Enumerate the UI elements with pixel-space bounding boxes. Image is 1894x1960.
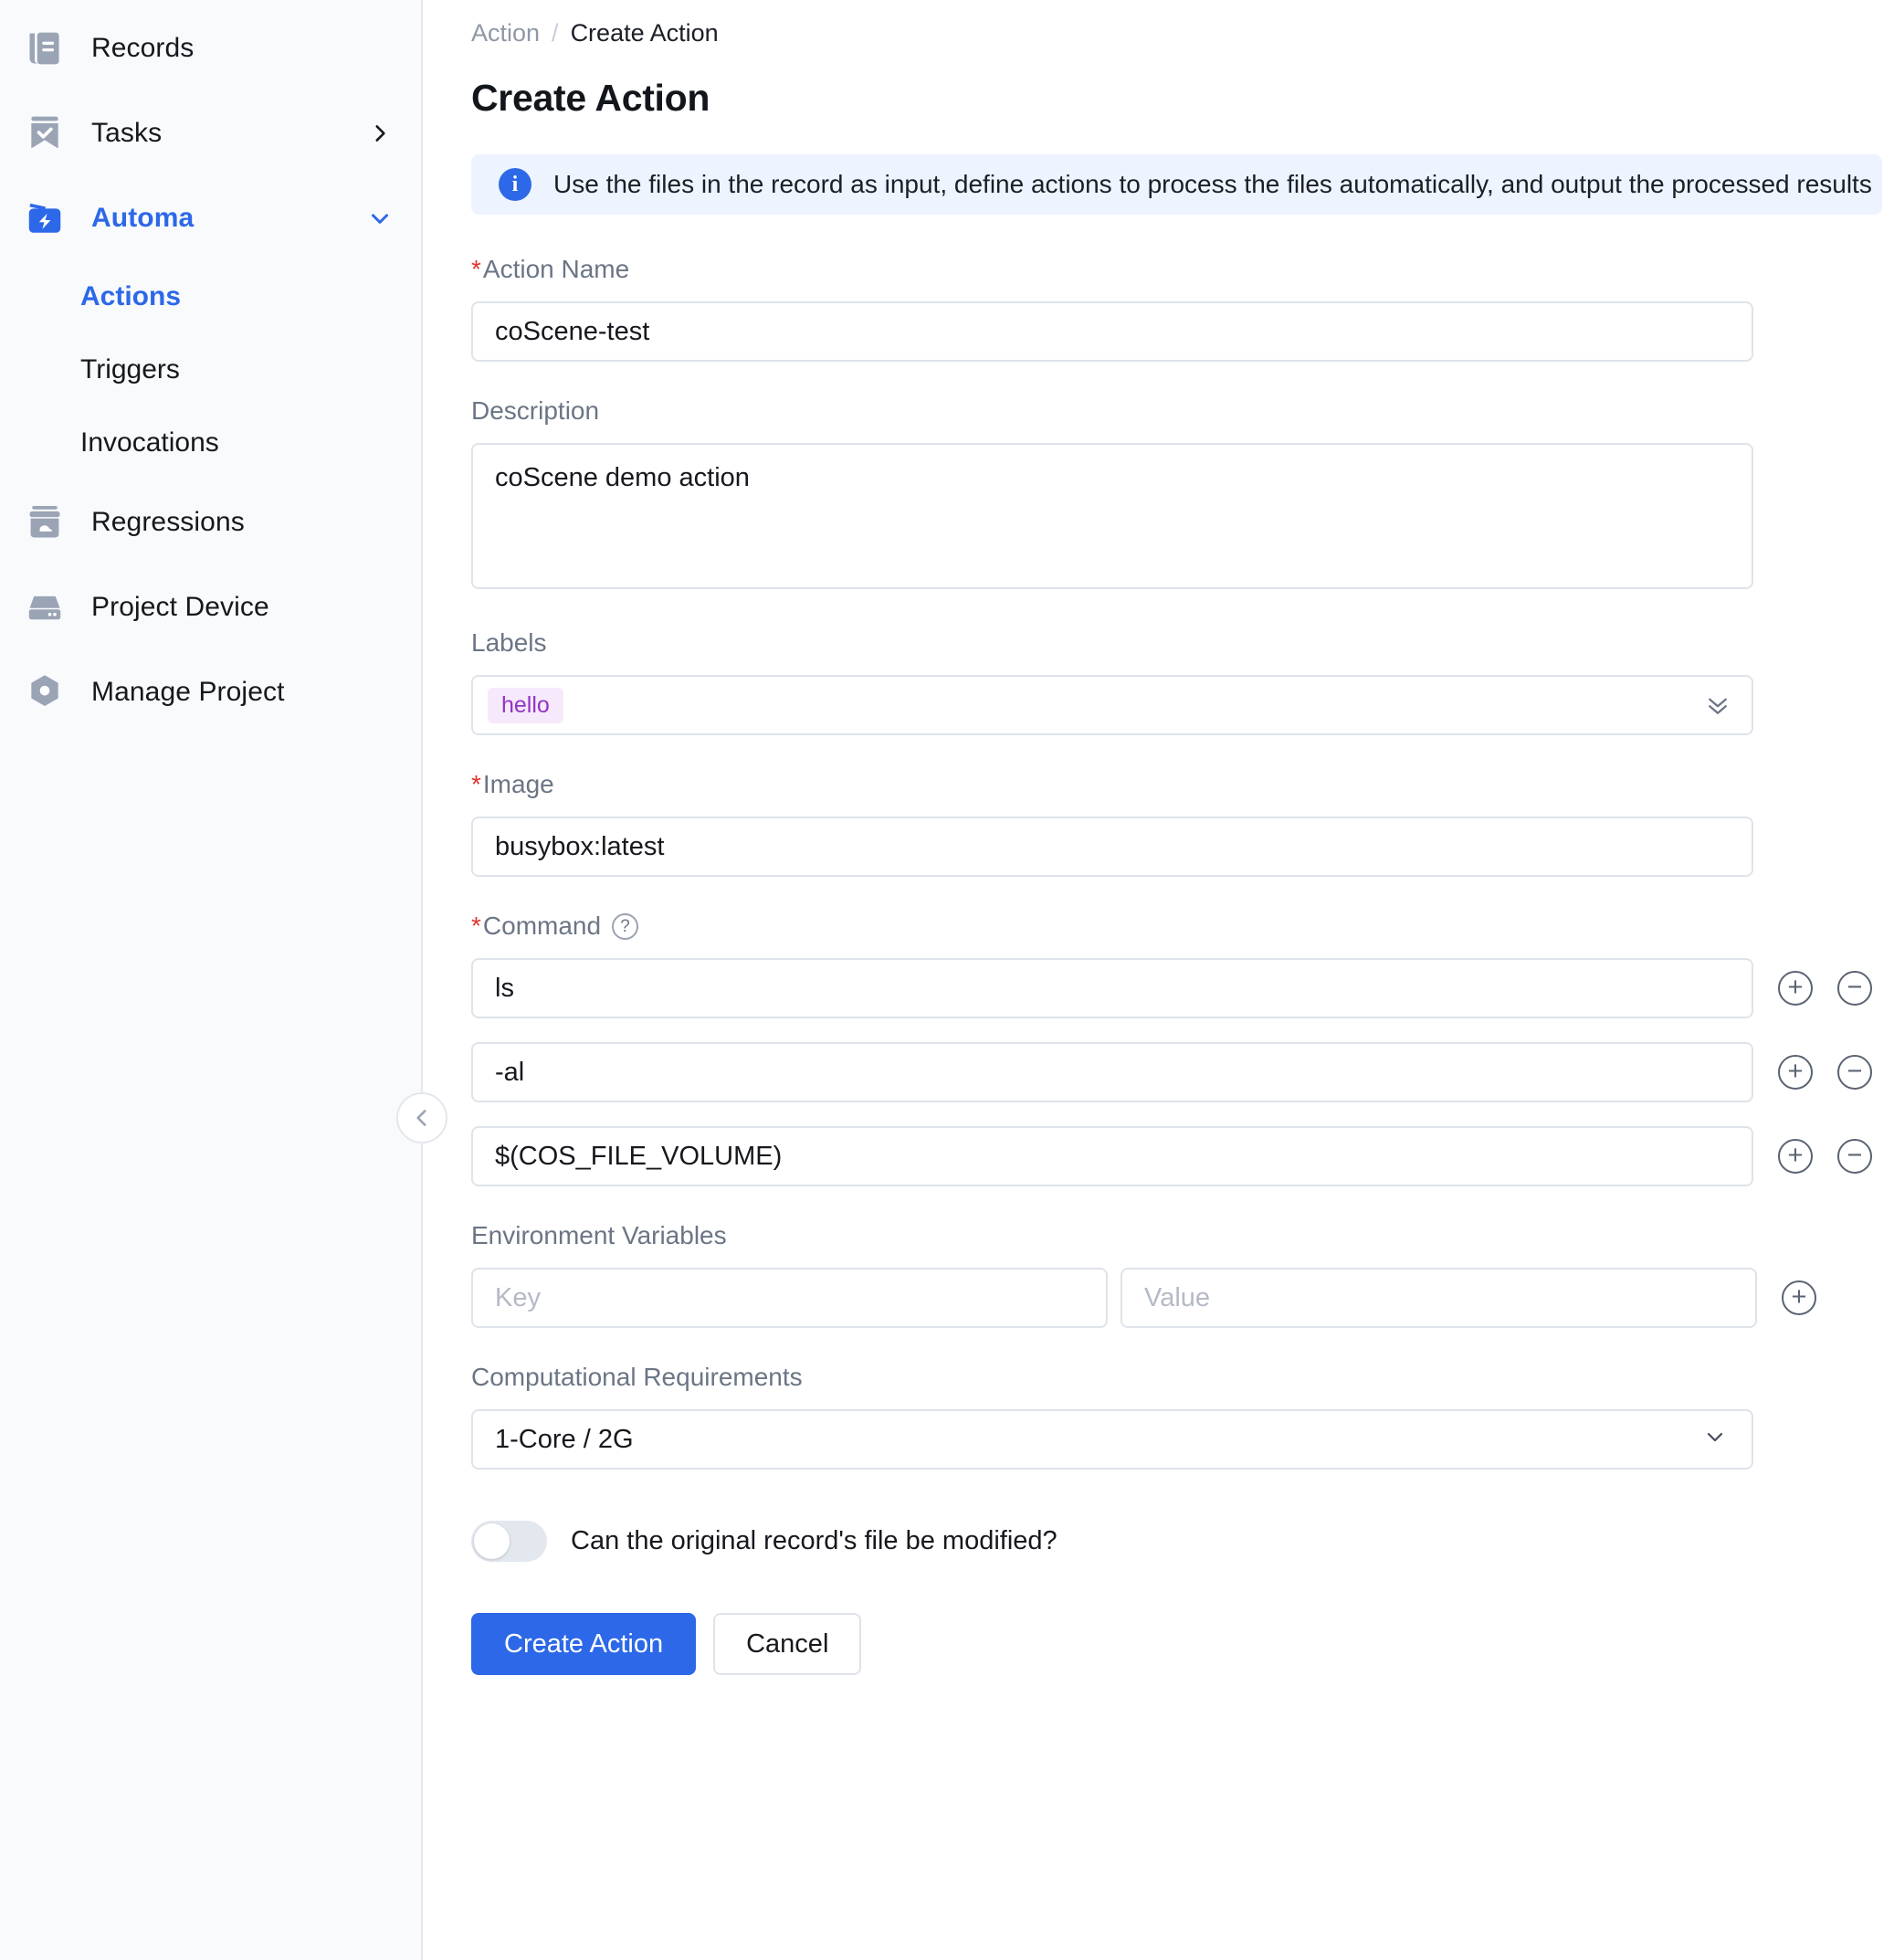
selected-value: 1-Core / 2G bbox=[495, 1424, 634, 1454]
add-command-button[interactable]: + bbox=[1778, 1139, 1813, 1174]
info-banner: i Use the files in the record as input, … bbox=[471, 154, 1882, 215]
field-action-name: * Action Name bbox=[471, 255, 1894, 362]
chevron-left-icon bbox=[416, 1110, 426, 1126]
tasks-icon bbox=[24, 112, 66, 154]
command-row: + − bbox=[471, 958, 1894, 1018]
chevron-down-icon[interactable] bbox=[366, 205, 394, 232]
automa-icon bbox=[24, 197, 66, 239]
add-command-button[interactable]: + bbox=[1778, 1055, 1813, 1090]
env-value-input[interactable] bbox=[1121, 1268, 1757, 1328]
field-labels: Labels hello bbox=[471, 628, 1894, 735]
sidebar-item-project-device[interactable]: Project Device bbox=[0, 564, 421, 649]
modify-record-toggle-row: Can the original record's file be modifi… bbox=[471, 1521, 1894, 1562]
sidebar-item-records[interactable]: Records bbox=[0, 5, 421, 90]
breadcrumb: Action / Create Action bbox=[471, 13, 1894, 53]
info-icon: i bbox=[499, 168, 531, 201]
breadcrumb-current: Create Action bbox=[570, 18, 719, 47]
sidebar-item-regressions[interactable]: Regressions bbox=[0, 479, 421, 564]
label-tag[interactable]: hello bbox=[488, 687, 563, 723]
sidebar-item-label: Automa bbox=[91, 202, 195, 233]
computational-requirements-select[interactable]: 1-Core / 2G bbox=[471, 1409, 1753, 1470]
sidebar-collapse-button[interactable] bbox=[396, 1092, 447, 1143]
double-chevron-down-icon[interactable] bbox=[1704, 691, 1731, 719]
sidebar-subitem-actions[interactable]: Actions bbox=[0, 260, 421, 333]
sidebar-item-automa[interactable]: Automa bbox=[0, 175, 421, 260]
sidebar-subitem-invocations[interactable]: Invocations bbox=[0, 406, 421, 479]
add-command-button[interactable]: + bbox=[1778, 971, 1813, 1006]
command-input-3[interactable] bbox=[471, 1126, 1753, 1186]
field-environment-variables: Environment Variables + bbox=[471, 1221, 1894, 1328]
sidebar-item-label: Tasks bbox=[91, 117, 163, 148]
command-input-1[interactable] bbox=[471, 958, 1753, 1018]
label-text: Description bbox=[471, 396, 600, 425]
labels-select[interactable]: hello bbox=[471, 675, 1753, 735]
remove-command-button[interactable]: − bbox=[1837, 1139, 1872, 1174]
field-image: * Image bbox=[471, 770, 1894, 877]
description-label: Description bbox=[471, 396, 1894, 426]
app-root: Records Tasks Automa Actions Triggers In… bbox=[0, 0, 1894, 1960]
environment-variable-row: + bbox=[471, 1268, 1894, 1328]
main-content: Action / Create Action Create Action i U… bbox=[423, 0, 1894, 1960]
command-label: * Command ? bbox=[471, 912, 1894, 941]
settings-hex-icon bbox=[24, 671, 66, 713]
sidebar-item-label: Regressions bbox=[91, 506, 245, 537]
command-input-2[interactable] bbox=[471, 1042, 1753, 1102]
sidebar-item-label: Records bbox=[91, 32, 195, 63]
sidebar: Records Tasks Automa Actions Triggers In… bbox=[0, 0, 423, 1960]
label-text: Command bbox=[482, 912, 602, 940]
env-key-input[interactable] bbox=[471, 1268, 1108, 1328]
records-icon bbox=[24, 27, 66, 69]
label-text: Action Name bbox=[482, 255, 630, 283]
action-name-input[interactable] bbox=[471, 301, 1753, 362]
modify-record-toggle-label: Can the original record's file be modifi… bbox=[571, 1526, 1057, 1555]
sidebar-subitem-label: Invocations bbox=[80, 427, 219, 458]
breadcrumb-parent[interactable]: Action bbox=[471, 19, 540, 47]
regressions-icon bbox=[24, 501, 66, 543]
image-label: * Image bbox=[471, 770, 1894, 799]
field-description: Description bbox=[471, 396, 1894, 594]
required-star: * bbox=[471, 912, 481, 940]
sidebar-subitem-label: Actions bbox=[80, 281, 182, 311]
field-computational-requirements: Computational Requirements 1-Core / 2G bbox=[471, 1363, 1894, 1470]
sidebar-subitem-label: Triggers bbox=[80, 354, 180, 385]
info-banner-text: Use the files in the record as input, de… bbox=[553, 170, 1872, 198]
remove-command-button[interactable]: − bbox=[1837, 971, 1872, 1006]
form-actions: Create Action Cancel bbox=[471, 1613, 1894, 1675]
page-title: Create Action bbox=[471, 77, 710, 119]
sidebar-subitem-triggers[interactable]: Triggers bbox=[0, 333, 421, 406]
add-env-variable-button[interactable]: + bbox=[1782, 1280, 1816, 1315]
breadcrumb-separator: / bbox=[552, 18, 559, 47]
sidebar-item-manage-project[interactable]: Manage Project bbox=[0, 649, 421, 734]
command-row: + − bbox=[471, 1126, 1894, 1186]
toggle-knob bbox=[474, 1523, 510, 1559]
modify-record-toggle[interactable] bbox=[471, 1521, 547, 1562]
question-circle-icon[interactable]: ? bbox=[612, 912, 639, 940]
image-input[interactable] bbox=[471, 817, 1753, 877]
label-text: Image bbox=[482, 770, 554, 798]
create-action-button[interactable]: Create Action bbox=[471, 1613, 697, 1675]
remove-command-button[interactable]: − bbox=[1837, 1055, 1872, 1090]
sidebar-item-label: Project Device bbox=[91, 591, 269, 622]
label-text: Labels bbox=[471, 628, 547, 657]
required-star: * bbox=[471, 255, 481, 283]
environment-variables-label: Environment Variables bbox=[471, 1221, 1894, 1250]
sidebar-item-label: Manage Project bbox=[91, 676, 285, 707]
device-icon bbox=[24, 586, 66, 628]
required-star: * bbox=[471, 770, 481, 798]
computational-requirements-label: Computational Requirements bbox=[471, 1363, 1894, 1392]
cancel-button[interactable]: Cancel bbox=[713, 1613, 862, 1675]
chevron-down-icon[interactable] bbox=[1702, 1424, 1728, 1456]
chevron-right-icon[interactable] bbox=[366, 120, 394, 147]
label-text: Environment Variables bbox=[471, 1221, 727, 1249]
labels-label: Labels bbox=[471, 628, 1894, 658]
description-textarea[interactable] bbox=[471, 443, 1753, 589]
command-row: + − bbox=[471, 1042, 1894, 1102]
sidebar-item-tasks[interactable]: Tasks bbox=[0, 90, 421, 175]
action-name-label: * Action Name bbox=[471, 255, 1894, 284]
label-text: Computational Requirements bbox=[471, 1363, 803, 1391]
field-command: *Command ? + − + − + − bbox=[471, 912, 1894, 1186]
